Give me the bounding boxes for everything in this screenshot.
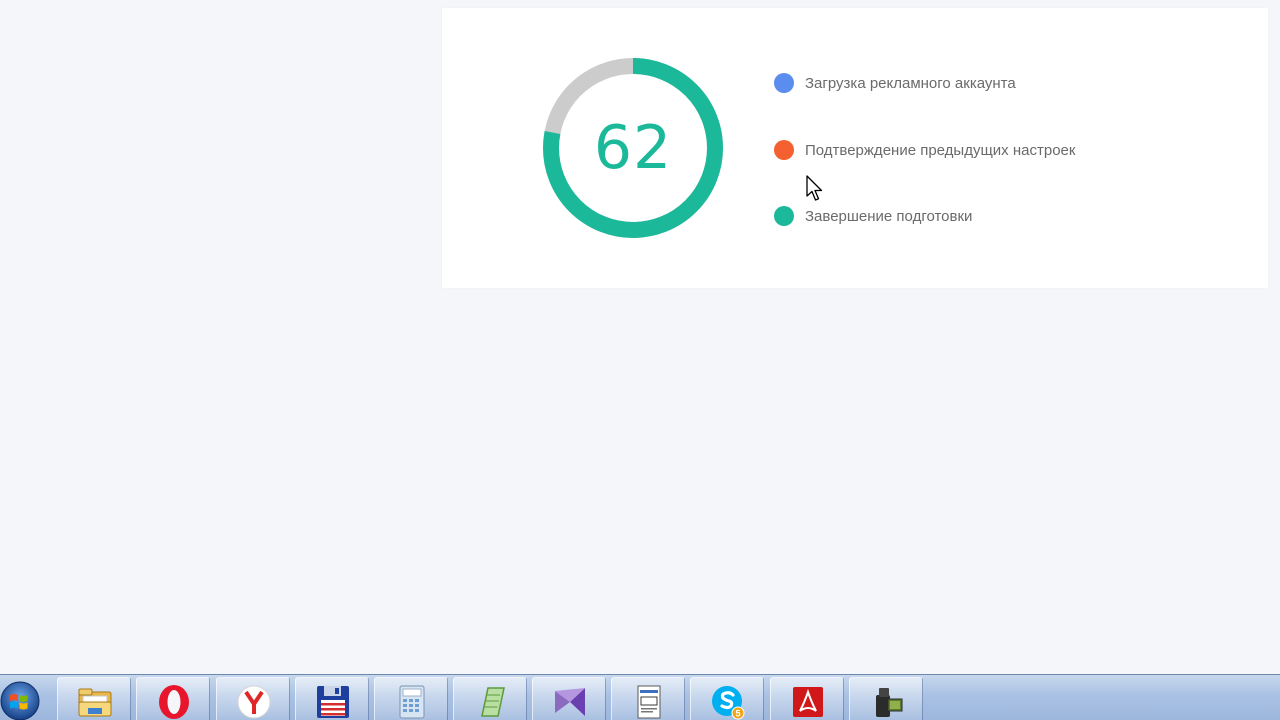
- taskbar-app-document-viewer[interactable]: [611, 677, 685, 720]
- yandex-browser-icon: [237, 685, 271, 719]
- progress-ring: 62: [542, 57, 724, 239]
- taskbar-app-notepad[interactable]: [453, 677, 527, 720]
- windows-start-icon: [0, 681, 40, 720]
- taskbar-app-yandex[interactable]: [216, 677, 290, 720]
- file-explorer-icon: [78, 688, 112, 717]
- taskbar-app-skype[interactable]: 5: [690, 677, 764, 720]
- visual-studio-icon: [555, 688, 585, 716]
- opera-browser-icon: [159, 685, 189, 719]
- camcorder-icon: [876, 688, 903, 717]
- skype-icon: 5: [712, 686, 745, 720]
- step-status-dot-icon: [774, 140, 794, 160]
- start-button[interactable]: [0, 677, 44, 720]
- calculator-icon: [399, 685, 425, 719]
- taskbar-app-opera[interactable]: [136, 677, 210, 720]
- progress-value: 62: [593, 113, 673, 183]
- mouse-cursor-icon: [806, 175, 823, 201]
- document-viewer-icon: [637, 685, 661, 719]
- step-item-finish-preparation: Завершение подготовки: [774, 206, 972, 226]
- taskbar-app-save[interactable]: [295, 677, 369, 720]
- taskbar-app-pdf-reader[interactable]: [770, 677, 844, 720]
- floppy-save-icon: [317, 686, 349, 718]
- notepad-icon: [481, 687, 505, 717]
- pdf-reader-icon: [793, 687, 823, 717]
- taskbar-app-visual-studio[interactable]: [532, 677, 606, 720]
- step-label: Завершение подготовки: [805, 207, 973, 225]
- taskbar-app-calculator[interactable]: [374, 677, 448, 720]
- step-item-confirm-previous-settings: Подтверждение предыдущих настроек: [774, 140, 1075, 160]
- taskbar-app-camcorder[interactable]: [849, 677, 923, 720]
- taskbar-app-file-explorer[interactable]: [57, 677, 131, 720]
- step-label: Подтверждение предыдущих настроек: [805, 141, 1076, 159]
- step-status-dot-icon: [774, 206, 794, 226]
- screen: 62 Загрузка рекламного аккаунта Подтверж…: [0, 0, 1280, 720]
- step-status-dot-icon: [774, 73, 794, 93]
- skype-badge-count: 5: [735, 709, 740, 719]
- step-item-ad-account-upload: Загрузка рекламного аккаунта: [774, 73, 1016, 93]
- progress-card: 62 Загрузка рекламного аккаунта Подтверж…: [442, 8, 1268, 288]
- step-label: Загрузка рекламного аккаунта: [805, 74, 1016, 92]
- taskbar: 5: [0, 674, 1280, 720]
